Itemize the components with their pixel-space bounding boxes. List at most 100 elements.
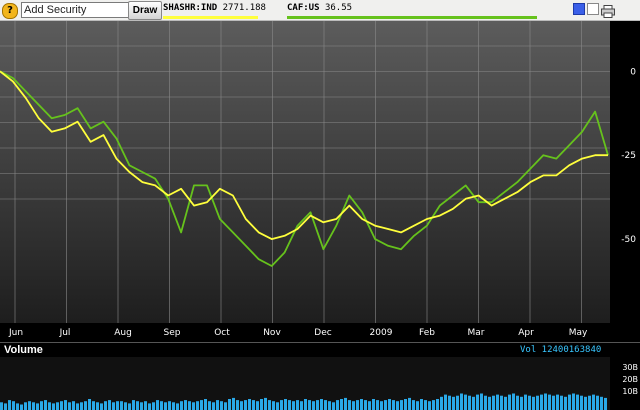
volume-bar [140, 402, 143, 410]
volume-bar [124, 402, 127, 410]
volume-bar [36, 403, 39, 410]
volume-tick-label: 10B [622, 387, 638, 396]
volume-bar [604, 397, 607, 410]
volume-bar [192, 402, 195, 410]
volume-chart: 30B 20B 10B [0, 357, 640, 410]
volume-bar [68, 402, 71, 410]
x-tick-label: Jun [8, 328, 23, 338]
volume-bar [568, 394, 571, 410]
volume-bar [52, 403, 55, 410]
legend-item-shashr: SHASHR:IND 2771.188 [163, 3, 266, 13]
volume-bar [476, 394, 479, 410]
volume-bar [156, 400, 159, 410]
volume-bar [556, 394, 559, 410]
legend-value: 36.55 [324, 3, 353, 13]
x-tick-label: Oct [214, 328, 230, 338]
volume-bar [484, 395, 487, 410]
volume-bar [332, 402, 335, 410]
volume-bar [168, 401, 171, 410]
x-tick-label: Feb [419, 328, 435, 338]
volume-bar [428, 401, 431, 410]
volume-bar [368, 401, 371, 410]
volume-value-label: Vol 12400163840 [520, 345, 602, 355]
volume-bar [320, 399, 323, 410]
color-scheme-white-button[interactable] [587, 3, 599, 15]
volume-bar [188, 401, 191, 410]
volume-bar [400, 400, 403, 410]
volume-bar [504, 396, 507, 410]
color-scheme-blue-button[interactable] [573, 3, 585, 15]
legend-item-caf: CAF:US 36.55 [287, 3, 352, 13]
volume-bar [500, 395, 503, 410]
volume-bar [432, 400, 435, 410]
volume-bar [196, 401, 199, 410]
volume-bar [580, 395, 583, 410]
volume-bar [472, 396, 475, 410]
volume-bar [200, 400, 203, 410]
volume-bar [160, 401, 163, 410]
volume-bar [464, 394, 467, 410]
volume-bar [536, 395, 539, 410]
volume-bar [524, 394, 527, 410]
help-icon[interactable]: ? [2, 3, 18, 19]
volume-bar [220, 401, 223, 410]
legend-swatch-shashr [163, 16, 258, 19]
legend-ticker: SHASHR:IND [163, 3, 218, 13]
volume-bar [208, 401, 211, 410]
print-icon[interactable] [601, 3, 615, 18]
volume-bar [8, 400, 11, 410]
volume-bar [180, 401, 183, 410]
volume-bar [548, 394, 551, 410]
volume-bar [80, 402, 83, 410]
volume-bar [152, 402, 155, 410]
draw-button[interactable]: Draw [128, 1, 162, 20]
volume-bar [28, 401, 31, 410]
volume-bar [544, 393, 547, 410]
volume-bar [336, 400, 339, 410]
volume-bar [372, 399, 375, 410]
plot-background [0, 21, 640, 341]
x-tick-label: May [569, 328, 588, 338]
volume-bar [516, 395, 519, 410]
volume-bar [184, 400, 187, 410]
volume-bar [48, 402, 51, 410]
volume-bar [172, 402, 175, 410]
volume-bar [116, 401, 119, 410]
volume-title: Volume [4, 344, 43, 356]
volume-bar [120, 401, 123, 410]
x-tick-label: 2009 [370, 328, 393, 338]
volume-bar [416, 401, 419, 410]
volume-bar [284, 399, 287, 410]
volume-bar [112, 402, 115, 410]
price-chart[interactable]: 0 -25 -50 Jun Jul Aug Sep Oct Nov Dec 2009 Feb Mar Ap… [0, 21, 640, 341]
volume-bar [304, 399, 307, 410]
volume-bar [436, 399, 439, 410]
volume-bar [64, 400, 67, 410]
volume-bar [136, 401, 139, 410]
volume-bar [456, 395, 459, 410]
volume-bar [300, 401, 303, 410]
volume-bar [92, 401, 95, 410]
volume-bar [452, 396, 455, 410]
volume-bar [212, 402, 215, 410]
volume-bar [412, 400, 415, 410]
volume-bar [572, 393, 575, 410]
add-security-input[interactable] [21, 2, 129, 18]
x-tick-label: Nov [263, 328, 281, 338]
volume-bar [344, 397, 347, 410]
volume-bar [324, 400, 327, 410]
volume-bar [352, 401, 355, 410]
volume-bar [4, 403, 7, 410]
volume-bar [420, 399, 423, 410]
volume-bar [164, 402, 167, 410]
volume-bar [216, 400, 219, 410]
volume-tick-label: 20B [622, 375, 638, 384]
volume-bar [584, 396, 587, 410]
volume-bar [440, 396, 443, 410]
volume-bar [268, 400, 271, 410]
volume-bar [540, 394, 543, 410]
volume-bar [404, 399, 407, 410]
volume-bar [376, 400, 379, 410]
x-tick-label: Dec [314, 328, 331, 338]
volume-bar [60, 401, 63, 410]
